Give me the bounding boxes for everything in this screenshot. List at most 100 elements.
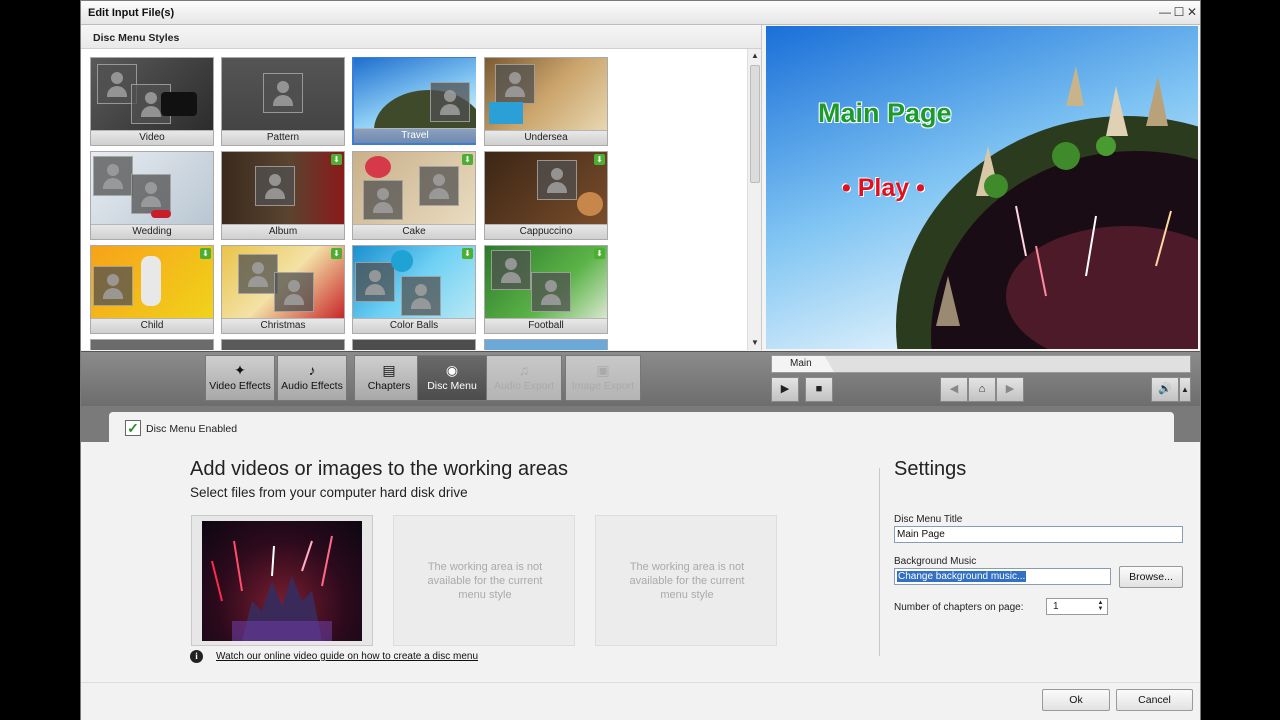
- scrollbar-thumb[interactable]: [750, 65, 760, 183]
- minimize-icon[interactable]: —: [1158, 5, 1172, 19]
- audio-effects-label: Audio Effects: [281, 380, 343, 392]
- style-thumb-image: [222, 58, 344, 130]
- style-thumb-image: [91, 58, 213, 130]
- style-thumb-label: Color Balls: [353, 318, 475, 333]
- placeholder-icon: [537, 160, 577, 200]
- style-thumb-cake[interactable]: ⬇ Cake: [352, 151, 476, 240]
- home-icon[interactable]: ⌂: [968, 377, 996, 402]
- download-icon: ⬇: [594, 248, 605, 259]
- style-thumb-partial[interactable]: [352, 339, 476, 350]
- style-thumb-partial[interactable]: [221, 339, 345, 350]
- download-icon: ⬇: [594, 154, 605, 165]
- disc-menu-button[interactable]: ◉ Disc Menu: [417, 355, 487, 401]
- style-thumb-cappuccino[interactable]: ⬇ Cappuccino: [484, 151, 608, 240]
- image-export-label: Image Export: [571, 380, 635, 392]
- audio-effects-button[interactable]: ♪ Audio Effects: [277, 355, 347, 401]
- style-thumb-travel[interactable]: Travel: [352, 57, 476, 145]
- maximize-icon[interactable]: ☐: [1172, 5, 1186, 19]
- fireworks-castle-image: [211, 535, 333, 641]
- style-thumb-album[interactable]: ⬇ Album: [221, 151, 345, 240]
- placeholder-icon: [131, 174, 171, 214]
- style-thumb-label: Cake: [353, 224, 475, 239]
- bunny-shape: [141, 256, 161, 306]
- next-page-icon[interactable]: ▶: [996, 377, 1024, 402]
- ok-button[interactable]: Ok: [1042, 689, 1110, 711]
- style-thumb-image: [485, 152, 607, 224]
- video-effects-label: Video Effects: [209, 380, 271, 392]
- placeholder-icon: [495, 64, 535, 104]
- style-thumb-child[interactable]: ⬇ Child: [90, 245, 214, 334]
- style-thumb-image: [354, 58, 476, 130]
- chapters-per-page-stepper[interactable]: 1 ▲ ▼: [1046, 598, 1108, 615]
- dialog-footer: Ok Cancel: [81, 682, 1200, 720]
- download-icon: ⬇: [462, 248, 473, 259]
- style-thumb-label: Football: [485, 318, 607, 333]
- placeholder-icon: [355, 262, 395, 302]
- style-thumb-label: Child: [91, 318, 213, 333]
- disc-menu-enabled-checkbox[interactable]: ✓: [125, 420, 141, 436]
- cancel-button[interactable]: Cancel: [1116, 689, 1193, 711]
- audio-export-button[interactable]: ♫ Audio Export: [486, 355, 562, 401]
- style-thumb-wedding[interactable]: Wedding: [90, 151, 214, 240]
- style-thumb-partial[interactable]: [484, 339, 608, 350]
- video-effects-button[interactable]: ✦ Video Effects: [205, 355, 275, 401]
- download-icon: ⬇: [462, 154, 473, 165]
- working-area-unavailable-msg: The working area is not available for th…: [427, 561, 543, 601]
- settings-divider: [879, 468, 880, 656]
- style-thumb-football[interactable]: ⬇ Football: [484, 245, 608, 334]
- disc-menu-icon: ◉: [445, 362, 459, 378]
- browse-button[interactable]: Browse...: [1119, 566, 1183, 588]
- disc-menu-enabled-label: Disc Menu Enabled: [146, 423, 238, 435]
- disc-menu-enabled-tab: ✓ Disc Menu Enabled: [109, 412, 1174, 442]
- image-export-icon: ▣: [596, 362, 610, 378]
- play-icon[interactable]: ▶: [771, 377, 799, 402]
- camcorder-icon: [161, 92, 197, 116]
- style-thumb-christmas[interactable]: ⬇ Christmas: [221, 245, 345, 334]
- style-thumb-undersea[interactable]: Undersea: [484, 57, 608, 146]
- stepper-arrows-icon[interactable]: ▲ ▼: [1096, 600, 1105, 613]
- menu-preview: Main Page • Play •: [766, 26, 1198, 349]
- scroll-up-icon[interactable]: ▲: [748, 49, 762, 63]
- chapters-label: Chapters: [367, 380, 411, 392]
- placeholder-icon: [401, 276, 441, 316]
- disc-menu-tab-strip: ✓ Disc Menu Enabled: [81, 406, 1200, 442]
- video-effects-icon: ✦: [234, 362, 246, 378]
- style-thumb-pattern[interactable]: Pattern: [221, 57, 345, 146]
- chapters-per-page-value: 1: [1053, 601, 1059, 612]
- download-icon: ⬇: [200, 248, 211, 259]
- working-areas-heading: Add videos or images to the working area…: [190, 458, 568, 480]
- style-thumb-image: [222, 152, 344, 224]
- scroll-down-icon[interactable]: ▼: [748, 336, 762, 350]
- video-guide-link[interactable]: Watch our online video guide on how to c…: [216, 651, 478, 662]
- stop-icon[interactable]: ■: [805, 377, 833, 402]
- style-thumb-partial[interactable]: [90, 339, 214, 350]
- styles-scrollbar[interactable]: ▲ ▼: [747, 49, 761, 350]
- style-thumb-color-balls[interactable]: ⬇ Color Balls: [352, 245, 476, 334]
- working-area-1[interactable]: [191, 515, 373, 646]
- style-thumb-image: [485, 58, 607, 130]
- style-thumb-video[interactable]: Video: [90, 57, 214, 146]
- working-area-3: The working area is not available for th…: [595, 515, 777, 646]
- working-area-unavailable-msg: The working area is not available for th…: [629, 561, 745, 601]
- image-export-button[interactable]: ▣ Image Export: [565, 355, 641, 401]
- style-thumb-label: Pattern: [222, 130, 344, 145]
- prev-page-icon[interactable]: ◀: [940, 377, 968, 402]
- photo-icon: [489, 102, 523, 124]
- disc-menu-title-input[interactable]: Main Page: [894, 526, 1183, 543]
- tab-main[interactable]: Main: [772, 356, 834, 372]
- player-controls: Main ▶ ■ ◀ ⌂ ▶ 🔊 ▲: [771, 355, 1191, 403]
- volume-icon[interactable]: 🔊: [1151, 377, 1179, 402]
- preview-page-tabs: Main: [771, 355, 1191, 373]
- background-music-value: Change background music...: [897, 571, 1027, 582]
- chapters-button[interactable]: ▤ Chapters: [354, 355, 424, 401]
- placeholder-icon: [363, 180, 403, 220]
- volume-arrow-icon[interactable]: ▲: [1179, 377, 1191, 402]
- style-thumb-label: Video: [91, 130, 213, 145]
- close-icon[interactable]: ✕: [1185, 5, 1199, 19]
- style-thumb-label: Undersea: [485, 130, 607, 145]
- background-music-field[interactable]: Change background music...: [894, 568, 1111, 585]
- style-thumb-label: Travel: [354, 128, 476, 143]
- download-icon: ⬇: [331, 248, 342, 259]
- style-thumb-image: [91, 152, 213, 224]
- style-thumbnail-grid: Video Pattern Travel Undersea Wedding ⬇ …: [90, 57, 750, 350]
